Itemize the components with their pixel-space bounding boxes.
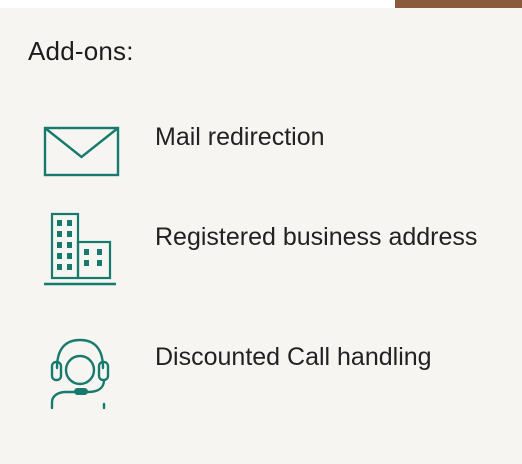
- addons-title: Add-ons:: [28, 36, 134, 66]
- addon-item-call-handling: Discounted Call handling: [40, 332, 432, 412]
- addon-item-mail-redirection: Mail redirection: [40, 114, 325, 194]
- addon-label: Discounted Call handling: [155, 343, 432, 371]
- corner-accent: [395, 0, 522, 8]
- headset-operator-icon: [50, 338, 110, 410]
- addon-label: Mail redirection: [155, 123, 325, 151]
- addon-label: Registered business address: [155, 223, 478, 251]
- office-building-icon: [44, 212, 116, 286]
- addons-card: Add-ons: Mail redirection Registered bus…: [0, 8, 522, 464]
- envelope-icon: [43, 126, 120, 177]
- addon-item-registered-address: Registered business address: [40, 208, 477, 288]
